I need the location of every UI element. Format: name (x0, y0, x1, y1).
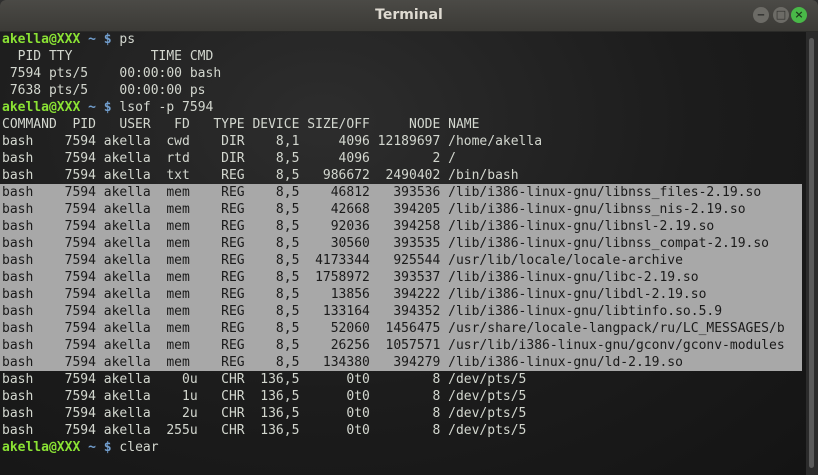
output-line: 7638 pts/5 00:00:00 ps (2, 83, 206, 98)
highlighted-output-line: bash 7594 akella mem REG 8,5 46812 39353… (0, 184, 802, 201)
prompt-user: akella@XXX (2, 100, 81, 115)
highlighted-output-line: bash 7594 akella mem REG 8,5 26256 10575… (0, 337, 802, 354)
terminal-lines: akella@XXX ~ $ ps PID TTY TIME CMD 7594 … (0, 31, 802, 456)
maximize-icon[interactable]: □ (773, 7, 789, 23)
output-line: bash 7594 akella 255u CHR 136,5 0t0 8 /d… (2, 423, 527, 438)
command-text: lsof -p 7594 (119, 100, 214, 115)
prompt-symbol: $ (103, 32, 112, 47)
highlighted-output-line: bash 7594 akella mem REG 8,5 42668 39420… (0, 201, 802, 218)
prompt-path: ~ (88, 100, 96, 115)
scrollbar-thumb[interactable] (809, 38, 814, 468)
output-line: PID TTY TIME CMD (2, 49, 214, 64)
prompt-user: akella@XXX (2, 32, 81, 47)
minimize-icon[interactable]: ‒ (753, 7, 769, 23)
command-text: ps (119, 32, 136, 47)
terminal-window: Terminal ‒ □ × akella@XXX ~ $ ps PID TTY… (0, 0, 818, 475)
prompt-path: ~ (88, 440, 96, 455)
close-icon[interactable]: × (791, 7, 807, 23)
prompt-line: akella@XXX ~ $ lsof -p 7594 (2, 99, 802, 116)
title-bar[interactable]: Terminal ‒ □ × (0, 0, 818, 32)
scrollbar[interactable] (806, 32, 818, 475)
highlighted-output-line: bash 7594 akella mem REG 8,5 133164 3943… (0, 303, 802, 320)
prompt-path: ~ (88, 32, 96, 47)
window-title: Terminal (375, 7, 443, 23)
highlighted-output-line: bash 7594 akella mem REG 8,5 52060 14564… (0, 320, 802, 337)
highlighted-output-line: bash 7594 akella mem REG 8,5 13856 39422… (0, 286, 802, 303)
highlighted-output-line: bash 7594 akella mem REG 8,5 134380 3942… (0, 354, 802, 371)
output-line: bash 7594 akella txt REG 8,5 986672 2490… (2, 168, 519, 183)
output-line: bash 7594 akella rtd DIR 8,5 4096 2 / (2, 151, 456, 166)
output-line: bash 7594 akella 2u CHR 136,5 0t0 8 /dev… (2, 406, 527, 421)
output-line: bash 7594 akella cwd DIR 8,1 4096 121896… (2, 134, 543, 149)
output-line: bash 7594 akella 0u CHR 136,5 0t0 8 /dev… (2, 372, 527, 387)
prompt-user: akella@XXX (2, 440, 81, 455)
prompt-symbol: $ (103, 440, 112, 455)
output-line: COMMAND PID USER FD TYPE DEVICE SIZE/OFF… (2, 117, 480, 132)
prompt-line: akella@XXX ~ $ clear (2, 439, 802, 456)
prompt-line: akella@XXX ~ $ ps (2, 31, 802, 48)
highlighted-output-line: bash 7594 akella mem REG 8,5 92036 39425… (0, 218, 802, 235)
command-text: clear (119, 440, 159, 455)
highlighted-output-line: bash 7594 akella mem REG 8,5 4173344 925… (0, 252, 802, 269)
highlighted-output-line: bash 7594 akella mem REG 8,5 30560 39353… (0, 235, 802, 252)
output-line: bash 7594 akella 1u CHR 136,5 0t0 8 /dev… (2, 389, 527, 404)
output-line: 7594 pts/5 00:00:00 bash (2, 66, 222, 81)
terminal-output[interactable]: akella@XXX ~ $ ps PID TTY TIME CMD 7594 … (0, 32, 806, 475)
highlighted-output-line: bash 7594 akella mem REG 8,5 1758972 393… (0, 269, 802, 286)
prompt-symbol: $ (103, 100, 112, 115)
